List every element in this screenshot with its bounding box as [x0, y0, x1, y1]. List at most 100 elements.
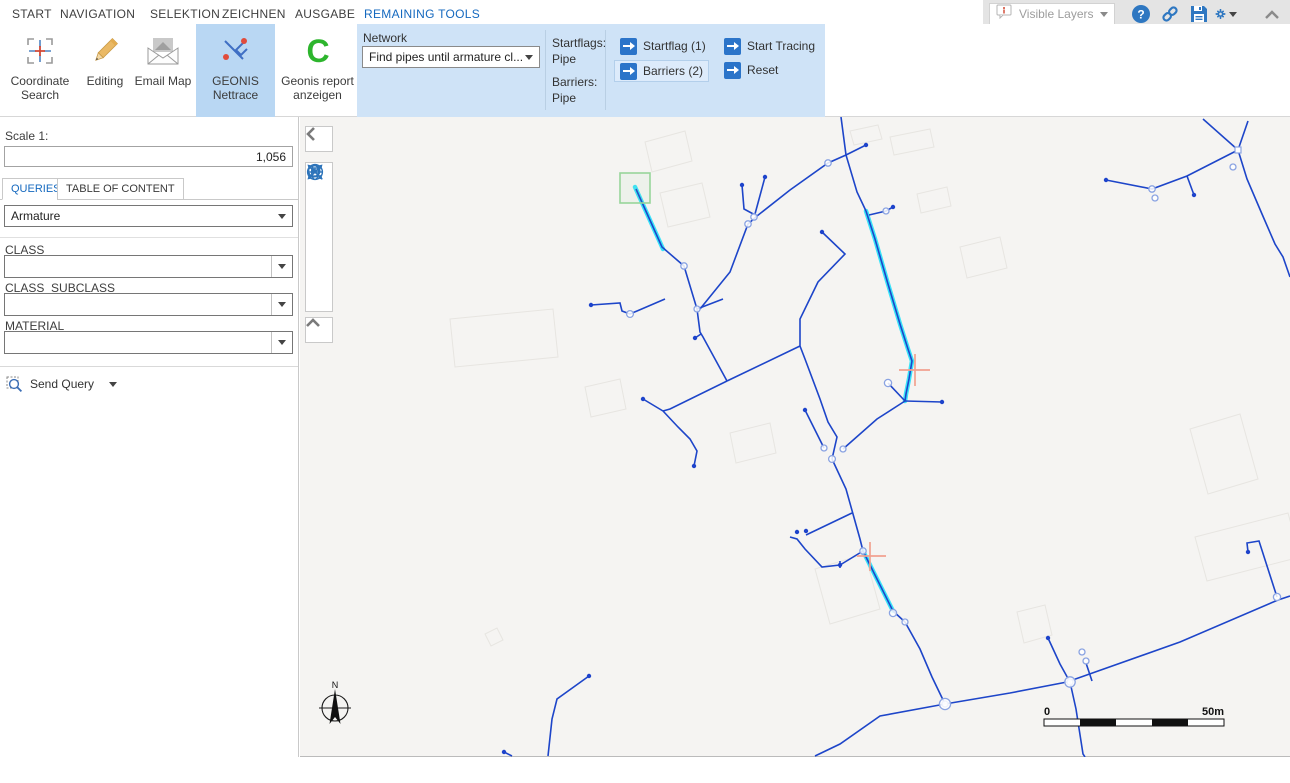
chevron-down-icon	[109, 382, 117, 387]
button-label: Coordinate Search	[8, 74, 72, 102]
barriers-value: Pipe	[552, 91, 576, 105]
send-query-icon	[6, 376, 23, 393]
material-combobox[interactable]	[4, 331, 293, 354]
collapse-tools-button[interactable]	[305, 317, 333, 343]
startflag-button-label: Startflag (1)	[643, 39, 706, 53]
crosshair-icon	[24, 33, 56, 69]
help-button[interactable]: ?	[1130, 3, 1152, 25]
send-query-button[interactable]: Send Query	[6, 373, 117, 395]
envelope-icon	[145, 33, 181, 69]
chevron-up-icon	[306, 318, 320, 328]
tab-navigation[interactable]: NAVIGATION	[60, 7, 135, 21]
class-subclass-combobox[interactable]	[4, 293, 293, 316]
svg-text:N: N	[332, 680, 339, 690]
geonis-report-button[interactable]: C Geonis report anzeigen	[279, 24, 356, 117]
sidebar-tabs: QUERIES TABLE OF CONTENT	[0, 178, 299, 200]
button-label: Geonis report anzeigen	[279, 74, 356, 102]
divider	[0, 237, 298, 238]
pencil-icon	[89, 33, 121, 69]
full-extent-button[interactable]	[307, 286, 331, 310]
link-button[interactable]	[1159, 3, 1181, 25]
chevron-down-icon	[525, 55, 533, 60]
pipe-endpoint-dots	[502, 143, 1250, 754]
map-tool-panel	[305, 162, 333, 312]
visible-layers-label: Visible Layers	[1019, 7, 1094, 21]
barriers-button[interactable]: Barriers (2)	[614, 60, 709, 82]
chevron-down-icon	[1229, 12, 1237, 17]
pipe-node-circles	[627, 160, 1281, 710]
divider	[0, 366, 298, 367]
tab-remaining-tools[interactable]: REMAINING TOOLS	[364, 7, 480, 21]
class-combobox[interactable]	[4, 255, 293, 278]
coordinate-search-button[interactable]: Coordinate Search	[8, 24, 72, 117]
collapse-ribbon-button[interactable]	[1261, 3, 1283, 25]
blue-arrow-icon	[620, 38, 637, 55]
left-sidebar: Scale 1: QUERIES TABLE OF CONTENT Armatu…	[0, 117, 299, 757]
tab-selektion[interactable]: SELEKTION	[150, 7, 220, 21]
svg-text:0: 0	[1044, 706, 1050, 718]
zoom-previous-button[interactable]	[307, 238, 331, 262]
network-group-panel: Network Find pipes until armature cl... …	[357, 24, 825, 117]
chevron-down-icon	[1100, 12, 1108, 17]
blue-arrow-icon	[724, 62, 741, 79]
titlebar-icon-cluster: Visible Layers ?	[983, 0, 1290, 27]
email-map-button[interactable]: Email Map	[134, 24, 192, 117]
zoom-in-button[interactable]	[307, 190, 331, 214]
barriers-button-label: Barriers (2)	[643, 64, 703, 78]
zoom-next-button[interactable]	[307, 262, 331, 286]
startflags-value: Pipe	[552, 52, 576, 66]
nettrace-icon	[219, 33, 253, 69]
blue-arrow-icon	[620, 63, 637, 80]
startflag-box-marker	[620, 173, 650, 203]
scale-label: Scale 1:	[5, 129, 48, 143]
startflag-button[interactable]: Startflag (1)	[615, 35, 711, 57]
chevron-down-icon	[278, 264, 286, 269]
geonis-web-app: START NAVIGATION SELEKTION ZEICHNEN AUSG…	[0, 0, 1290, 783]
collapse-sidebar-button[interactable]	[305, 126, 333, 152]
tab-start[interactable]: START	[12, 7, 52, 21]
svg-text:C: C	[306, 34, 329, 68]
group-divider	[605, 30, 606, 110]
svg-text:?: ?	[1137, 8, 1144, 22]
map-scale-bar: 0 50m	[1044, 706, 1224, 726]
network-mode-select[interactable]: Find pipes until armature cl...	[362, 46, 540, 68]
save-button[interactable]	[1188, 3, 1210, 25]
chevron-down-icon	[278, 340, 286, 345]
full-extent-icon	[306, 163, 324, 181]
barrier-cross-markers	[857, 354, 930, 571]
send-query-label: Send Query	[30, 377, 94, 391]
start-tracing-button[interactable]: Start Tracing	[719, 35, 820, 57]
chevron-left-icon	[306, 127, 316, 141]
compass-north-arrow: N	[319, 680, 351, 724]
chevron-down-icon	[278, 214, 286, 219]
map-graphics: N 0 50m	[300, 117, 1290, 757]
network-group-label: Network	[363, 31, 407, 45]
query-type-value: Armature	[5, 209, 271, 223]
button-label: Editing	[87, 74, 124, 88]
tab-zeichnen[interactable]: ZEICHNEN	[222, 7, 286, 21]
ribbon-toolbar: Coordinate Search Editing	[0, 24, 1290, 117]
reset-button-label: Reset	[747, 63, 778, 77]
tab-ausgabe[interactable]: AUSGABE	[295, 7, 355, 21]
start-tracing-button-label: Start Tracing	[747, 39, 815, 53]
c-logo-icon: C	[302, 33, 334, 69]
comment-bubble-icon	[996, 4, 1013, 24]
svg-text:50m: 50m	[1202, 706, 1224, 718]
blue-arrow-icon	[724, 38, 741, 55]
chevron-down-icon	[278, 302, 286, 307]
pipe-node-square	[1235, 147, 1241, 153]
geonis-nettrace-button[interactable]: GEONIS Nettrace	[196, 24, 275, 117]
startflags-label: Startflags:	[552, 36, 606, 50]
reset-button[interactable]: Reset	[719, 59, 783, 81]
editing-button[interactable]: Editing	[80, 24, 130, 117]
pipe-network-lines	[504, 117, 1290, 757]
scale-input[interactable]	[4, 146, 293, 167]
barriers-label: Barriers:	[552, 75, 597, 89]
query-type-select[interactable]: Armature	[4, 205, 293, 227]
settings-gear-button[interactable]	[1215, 3, 1237, 25]
map-canvas[interactable]: N 0 50m	[300, 117, 1290, 757]
tab-table-of-content[interactable]: TABLE OF CONTENT	[57, 178, 184, 200]
group-divider	[545, 30, 546, 110]
zoom-out-button[interactable]	[307, 214, 331, 238]
visible-layers-dropdown[interactable]: Visible Layers	[989, 3, 1115, 25]
